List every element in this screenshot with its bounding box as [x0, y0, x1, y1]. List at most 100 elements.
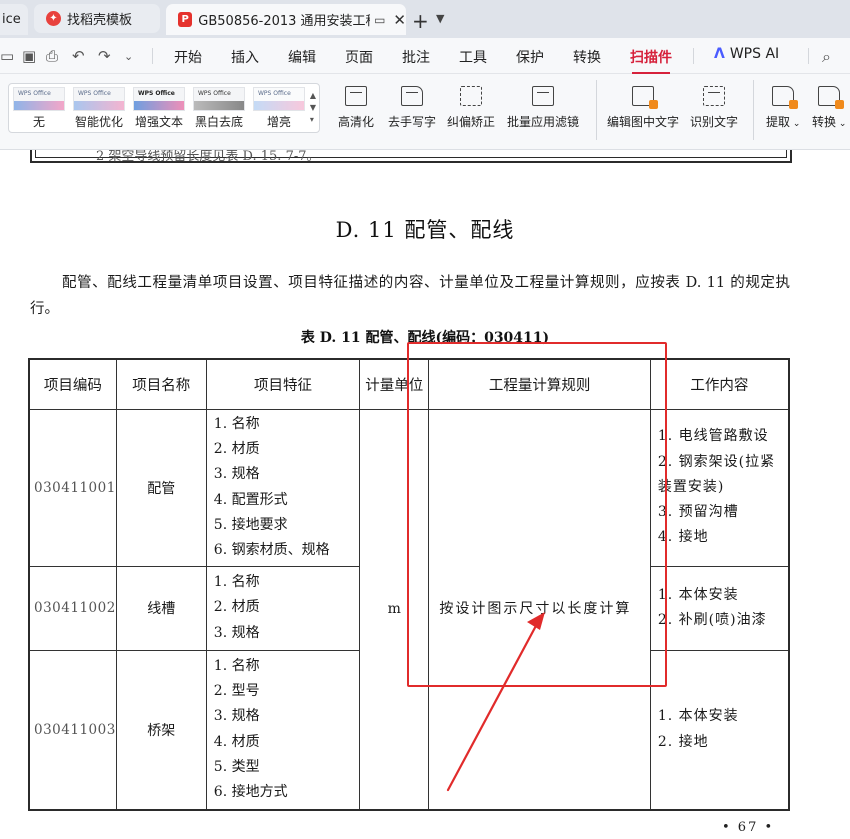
item-name: 桥架	[115, 649, 207, 811]
preset-smart-optimize[interactable]: WPS Office 智能优化	[71, 87, 127, 130]
feature-line: 6. 接地方式	[213, 784, 288, 801]
header-unit: 计量单位	[359, 358, 430, 410]
tab-label: 找稻壳模板	[67, 13, 133, 28]
wps-ai-label: WPS AI	[729, 46, 780, 62]
tab-pdf-document[interactable]: P GB50856-2013 通用安装工程 ▭ ✕	[166, 4, 406, 35]
divider	[808, 48, 809, 64]
preset-none[interactable]: WPS Office 无	[11, 87, 67, 130]
menu-bar: ▭ ▣ ⎙ ↶ ↷ ⌄ 开始 插入 编辑 页面 批注 工具 保护 转换 扫描件 …	[0, 38, 850, 74]
body-paragraph: 配管、配线工程量清单项目设置、项目特征描述的内容、计量单位及工程量计算规则，应按…	[30, 275, 790, 317]
new-tab-button[interactable]: +	[412, 9, 429, 33]
tab-docer-templates[interactable]: ✦ 找稻壳模板	[34, 4, 160, 33]
feature-line: 4. 材质	[213, 733, 260, 750]
work-line: 1. 电线管路敷设	[657, 428, 769, 445]
item-name: 配管	[115, 408, 207, 567]
feature-line: 3. 规格	[213, 708, 260, 725]
feature-line: 2. 材质	[213, 440, 260, 457]
menu-protect[interactable]: 保护	[516, 47, 544, 67]
tool-label: 纠偏矫正	[447, 115, 496, 129]
preset-thumbnail: WPS Office	[253, 87, 305, 111]
work-line: 2. 接地	[657, 733, 709, 750]
preset-thumbnail: WPS Office	[13, 87, 65, 111]
preset-logo: WPS Office	[258, 90, 291, 97]
item-features: 1. 名称 2. 型号 3. 规格 4. 材质 5. 类型 6. 接地方式	[205, 649, 361, 811]
chevron-down-icon[interactable]: ▼	[436, 12, 444, 25]
menu-annotate[interactable]: 批注	[402, 47, 430, 67]
preset-label: 增强文本	[134, 115, 183, 129]
feature-line: 6. 钢索材质、规格	[213, 542, 330, 559]
undo-icon[interactable]: ↶	[72, 47, 85, 65]
preset-black-white[interactable]: WPS Office 黑白去底	[191, 87, 247, 130]
feature-line: 1. 名称	[213, 657, 260, 674]
menu-scan[interactable]: 扫描件	[630, 47, 672, 74]
feature-line: 1. 名称	[213, 415, 260, 432]
work-content: 1. 本体安装 2. 接地	[649, 649, 790, 811]
menu-home[interactable]: 开始	[174, 47, 202, 67]
wps-ai-button[interactable]: ᐱ WPS AI	[714, 46, 779, 62]
menu-convert[interactable]: 转换	[573, 47, 601, 67]
menu-edit[interactable]: 编辑	[288, 47, 316, 67]
feature-line: 2. 材质	[213, 599, 260, 616]
table-caption: 表 D. 11 配管、配线(编码：030411)	[300, 330, 550, 346]
remove-handwriting-button[interactable]: 去手写字	[388, 86, 436, 130]
feature-line: 1. 名称	[213, 574, 260, 591]
gallery-scroll-arrows[interactable]: ▲ ▼ ▾	[310, 90, 316, 126]
hd-button[interactable]: 高清化	[338, 86, 374, 130]
filter-preset-gallery: WPS Office 无 WPS Office 智能优化 WPS Office …	[8, 83, 320, 133]
search-icon[interactable]: ⌕	[822, 47, 831, 67]
open-icon[interactable]: ▭	[0, 47, 14, 65]
work-line: 1. 本体安装	[657, 708, 739, 725]
preset-thumbnail: WPS Office	[73, 87, 125, 111]
preset-label: 增亮	[266, 115, 291, 129]
close-icon[interactable]: ✕	[393, 11, 406, 29]
pdf-icon: P	[178, 12, 193, 27]
header-item-name: 项目名称	[115, 358, 207, 410]
eraser-icon	[401, 86, 423, 106]
work-content: 1. 本体安装 2. 补刷(喷)油漆	[649, 565, 790, 651]
item-name: 线槽	[115, 565, 207, 651]
batch-filter-button[interactable]: 批量应用滤镜	[507, 86, 579, 130]
table-header-row: 项目编码 项目名称 项目特征 计量单位 工程量计算规则 工作内容	[28, 358, 790, 410]
preset-logo: WPS Office	[198, 90, 231, 97]
save-icon[interactable]: ▣	[22, 47, 36, 65]
menu-page[interactable]: 页面	[345, 47, 373, 67]
tab-office[interactable]: ice	[0, 4, 28, 35]
item-features: 1. 名称 2. 材质 3. 规格 4. 配置形式 5. 接地要求 6. 钢索材…	[205, 408, 361, 567]
thumbnail-graphic	[74, 101, 124, 110]
deskew-button[interactable]: 纠偏矫正	[447, 86, 495, 130]
tab-label: ice	[2, 12, 21, 27]
preset-label: 无	[32, 115, 45, 129]
item-code: 030411003	[28, 649, 117, 811]
preset-logo: WPS Office	[138, 90, 175, 97]
preset-enhance-text[interactable]: WPS Office 增强文本	[131, 87, 187, 130]
redo-icon[interactable]: ↷	[98, 47, 111, 65]
feature-line: 4. 配置形式	[213, 491, 288, 508]
preset-logo: WPS Office	[78, 90, 111, 97]
monitor-icon[interactable]: ▭	[374, 13, 385, 27]
work-line: 1. 本体安装	[657, 586, 739, 603]
print-icon[interactable]: ⎙	[46, 47, 58, 65]
feature-line: 3. 规格	[213, 624, 260, 641]
tool-label: 批量应用滤镜	[507, 115, 580, 129]
chevron-down-icon[interactable]: ⌄	[124, 50, 133, 63]
preset-brighten[interactable]: WPS Office 增亮	[251, 87, 307, 130]
page-number: • 67 •	[722, 820, 775, 835]
header-work-content: 工作内容	[649, 358, 790, 410]
menu-tools[interactable]: 工具	[459, 47, 487, 67]
edit-image-text-button[interactable]: 编辑图中文字	[607, 86, 679, 130]
menu-insert[interactable]: 插入	[231, 47, 259, 67]
preset-thumbnail: WPS Office	[193, 87, 245, 111]
tool-label: 识别文字	[690, 115, 739, 129]
chevron-down-icon: ⌄	[790, 119, 801, 129]
extract-button[interactable]: 提取 ⌄	[766, 86, 800, 130]
tab-label: GB50856-2013 通用安装工程	[198, 14, 371, 29]
docer-icon: ✦	[46, 11, 61, 26]
ocr-button[interactable]: 识别文字	[690, 86, 738, 130]
work-line: 2. 钢索架设(拉紧装置安装)	[657, 453, 776, 495]
item-code: 030411002	[28, 565, 117, 651]
thumbnail-graphic	[194, 101, 244, 110]
preset-logo: WPS Office	[18, 90, 51, 97]
preset-label: 智能优化	[74, 115, 123, 129]
work-line: 3. 预留沟槽	[657, 504, 739, 521]
convert-button[interactable]: 转换 ⌄	[812, 86, 846, 130]
